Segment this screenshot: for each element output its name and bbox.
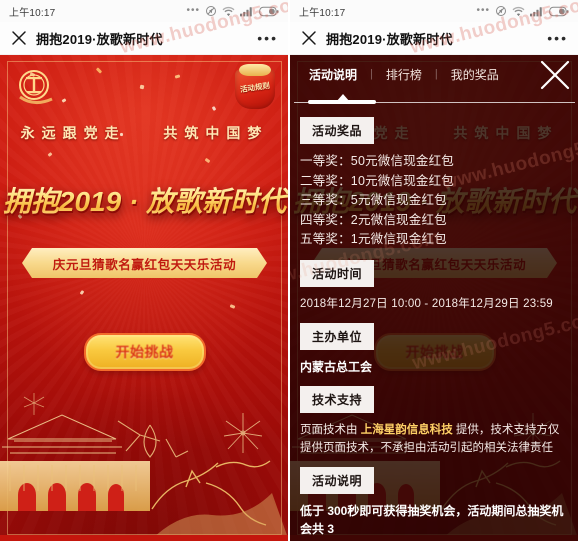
more-dots-icon: ••• — [476, 5, 490, 16]
close-icon[interactable] — [300, 29, 318, 47]
description-value: 低于 300秒即可获得抽奖机会，活动期间总抽奖机会共 3 — [300, 503, 564, 536]
section-chip-organizer: 主办单位 — [300, 322, 375, 350]
status-icons: ••• — [476, 5, 569, 17]
slogan-right: 共筑中国梦 — [163, 125, 269, 141]
battery-icon — [549, 6, 569, 17]
union-emblem-icon — [14, 67, 58, 111]
prize-line-2: 二等奖：10元微信现金红包 — [300, 173, 455, 188]
activity-info-overlay: 活动说明 | 排行榜 | 我的奖品 活动奖品 一等奖：50元微信现金红包 二等奖… — [290, 55, 578, 541]
tiananmen-greatwall-illustration — [0, 391, 288, 541]
close-icon[interactable] — [10, 29, 28, 47]
start-challenge-button[interactable]: 开始挑战 — [83, 333, 206, 371]
section-chip-tech-support: 技术支持 — [300, 385, 375, 413]
mute-icon — [205, 5, 217, 17]
title-bar-right: 拥抱2019·放歌新时代 ••• — [290, 22, 578, 55]
prize-line-3: 三等奖：5元微信现金红包 — [300, 193, 447, 207]
mute-icon — [495, 5, 507, 17]
more-dots-icon: ••• — [186, 5, 200, 16]
status-bar-right: 上午10:17 ••• — [290, 0, 578, 22]
status-time: 上午10:17 — [299, 7, 346, 19]
tab-underline — [294, 94, 575, 104]
campaign-poster: 活动规则 永远跟党走 共筑中国梦 拥抱2019 · 放歌新时代 庆元旦猜歌名赢红… — [0, 55, 288, 541]
tech-support-company: 上海星韵信息科技 — [360, 423, 453, 436]
page-title: 拥抱2019·放歌新时代 — [326, 31, 453, 47]
prize-line-1: 一等奖：50元微信现金红包 — [300, 154, 455, 168]
tab-my-prizes[interactable]: 我的奖品 — [438, 66, 512, 83]
tab-leaderboard[interactable]: 排行榜 — [373, 66, 435, 83]
tech-support-paragraph: 页面技术由 上海星韵信息科技 提供，技术支持方仅提供页面技术，不承担由活动引起的… — [300, 421, 569, 457]
left-phone-panel: 上午10:17 ••• 拥抱2019·放歌新时代 ••• 活动规则 永远跟党走 … — [0, 0, 288, 541]
section-chip-description: 活动说明 — [300, 466, 375, 494]
section-chip-prizes: 活动奖品 — [300, 117, 375, 144]
poster-sub-banner: 庆元旦猜歌名赢红包天天乐活动 — [22, 248, 267, 278]
wifi-icon — [222, 6, 235, 17]
signal-icon — [240, 6, 254, 17]
poster-main-title: 拥抱2019 · 放歌新时代 — [0, 180, 288, 220]
activity-rule-badge[interactable]: 活动规则 — [227, 61, 283, 113]
red-packet-knot — [239, 64, 271, 76]
overlay-content: 活动奖品 一等奖：50元微信现金红包 二等奖：10元微信现金红包 三等奖：5元微… — [290, 107, 578, 541]
battery-icon — [259, 6, 279, 17]
poster-slogan: 永远跟党走 共筑中国梦 — [0, 123, 288, 143]
close-overlay-icon[interactable] — [537, 57, 573, 93]
tech-support-prefix: 页面技术由 — [300, 423, 361, 436]
more-menu-button[interactable]: ••• — [257, 31, 278, 45]
organizer-value: 内蒙古总工会 — [300, 359, 373, 374]
status-time: 上午10:17 — [9, 7, 56, 19]
status-bar-left: 上午10:17 ••• — [0, 0, 288, 22]
tab-caret-icon — [336, 94, 350, 102]
activity-time-value: 2018年12月27日 10:00 - 2018年12月29日 23:59 — [300, 297, 553, 310]
right-phone-panel: 上午10:17 ••• 拥抱2019·放歌新时代 ••• 活动说明 | 排行榜 … — [288, 0, 578, 541]
poster-base-bar — [0, 535, 288, 541]
more-menu-button[interactable]: ••• — [547, 31, 568, 45]
section-chip-time: 活动时间 — [300, 259, 375, 287]
title-bar-left: 拥抱2019·放歌新时代 ••• — [0, 22, 288, 55]
overlay-tabs: 活动说明 | 排行榜 | 我的奖品 — [290, 55, 578, 93]
slogan-left: 永远跟党走 — [20, 125, 126, 141]
wifi-icon — [512, 6, 525, 17]
page-title: 拥抱2019·放歌新时代 — [36, 31, 163, 47]
signal-icon — [530, 6, 544, 17]
tab-activity-description[interactable]: 活动说明 — [296, 66, 370, 83]
prize-line-4: 四等奖：2元微信现金红包 — [300, 212, 447, 227]
prize-line-5: 五等奖：1元微信现金红包 — [300, 232, 447, 246]
dual-screenshot-container: 上午10:17 ••• 拥抱2019·放歌新时代 ••• 活动规则 永远跟党走 … — [0, 0, 578, 541]
status-icons: ••• — [186, 5, 279, 17]
start-challenge-label: 开始挑战 — [115, 344, 174, 360]
